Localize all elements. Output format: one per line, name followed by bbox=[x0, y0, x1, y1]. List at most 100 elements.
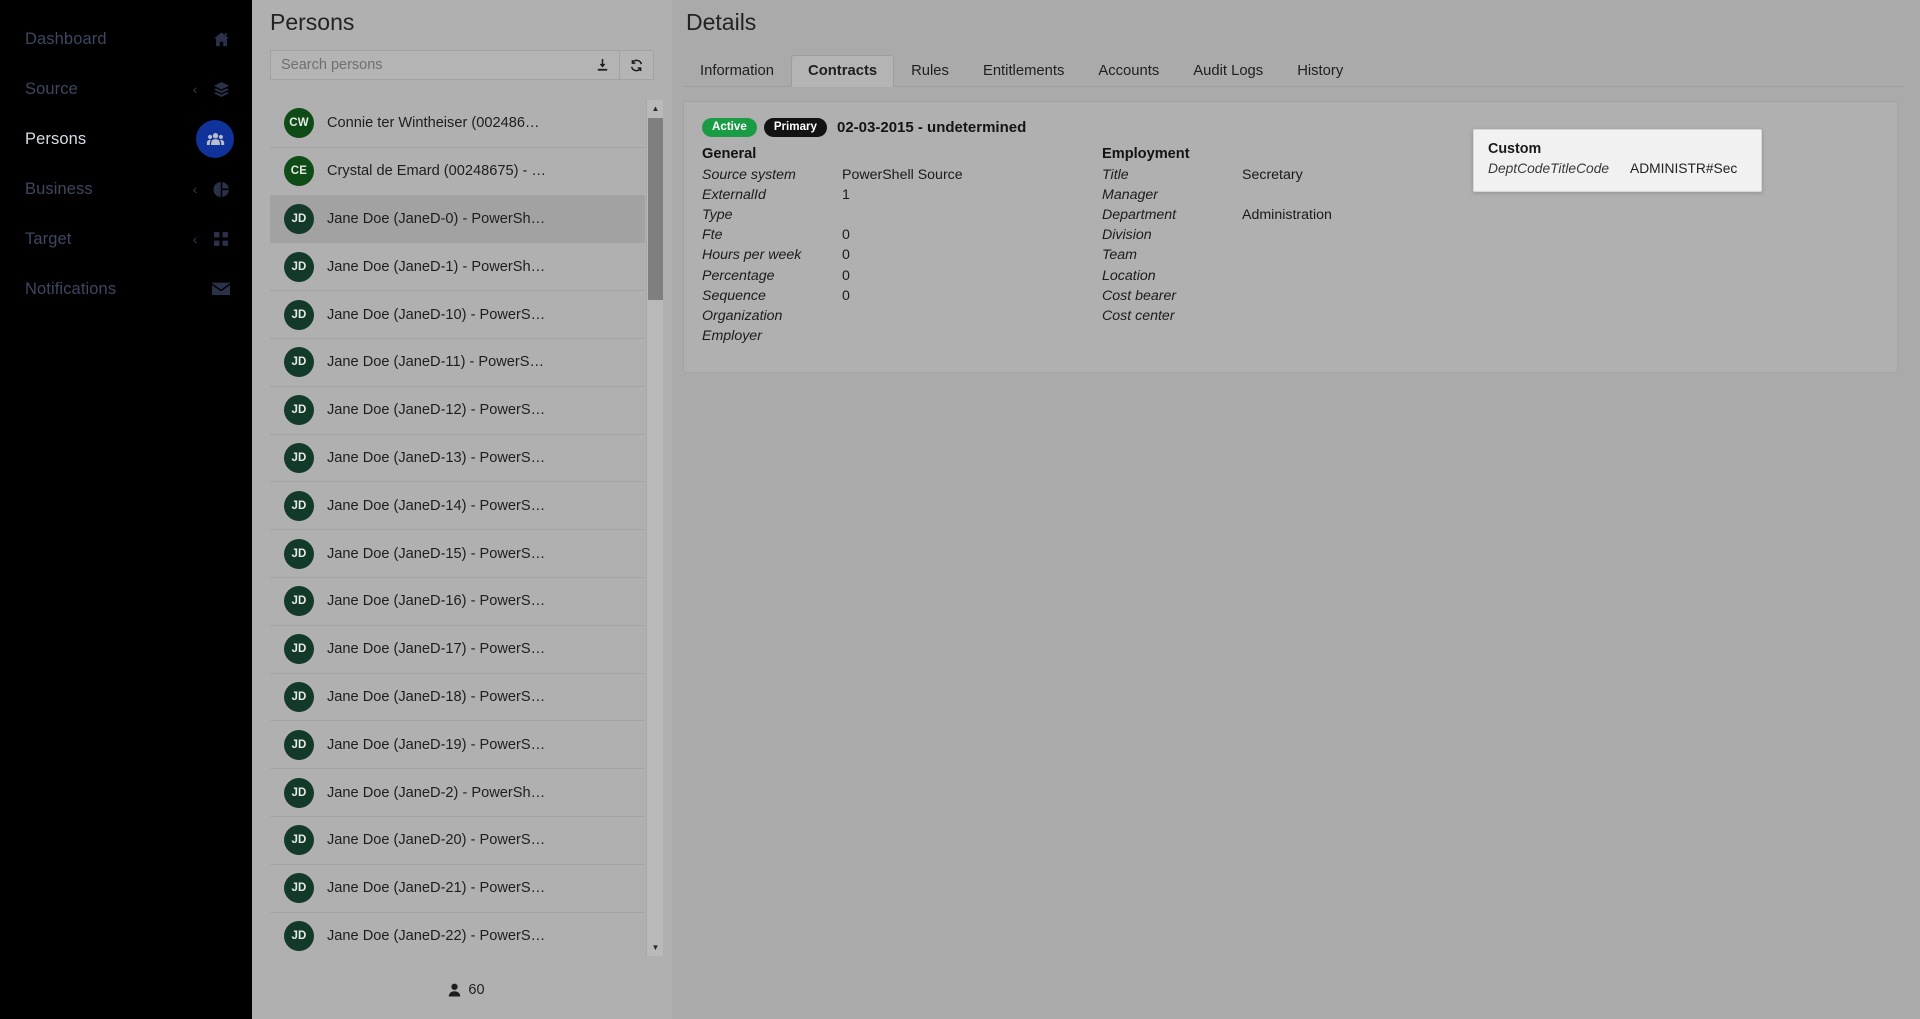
person-list-item-label: Jane Doe (JaneD-12) - PowerS… bbox=[327, 402, 546, 419]
person-list-item[interactable]: JD Jane Doe (JaneD-1) - PowerSh… bbox=[270, 243, 645, 292]
custom-popup-heading: Custom bbox=[1488, 141, 1542, 157]
person-list-item-label: Jane Doe (JaneD-21) - PowerS… bbox=[327, 880, 546, 897]
search-input[interactable] bbox=[270, 50, 586, 80]
person-list-item[interactable]: JD Jane Doe (JaneD-20) - PowerS… bbox=[270, 816, 645, 865]
person-list-item-label: Jane Doe (JaneD-13) - PowerS… bbox=[327, 449, 546, 466]
tab-contracts[interactable]: Contracts bbox=[791, 55, 895, 87]
field-label: Percentage bbox=[702, 267, 775, 284]
field-label: Division bbox=[1102, 227, 1152, 244]
person-list-item[interactable]: JD Jane Doe (JaneD-15) - PowerS… bbox=[270, 530, 645, 578]
details-tabs: Information Contracts Rules Entitlements Acc… bbox=[683, 53, 1904, 87]
person-list-item-label: Jane Doe (JaneD-22) - PowerS… bbox=[327, 927, 546, 944]
grid-icon bbox=[208, 226, 234, 252]
field-label: Sequence bbox=[702, 287, 766, 304]
scroll-up-icon[interactable]: ▲ bbox=[647, 100, 663, 117]
sidebar-item-notifications[interactable]: Notifications bbox=[0, 264, 252, 314]
field-label: Organization bbox=[702, 308, 783, 325]
custom-tooltip-popup: Custom DeptCodeTitleCode ADMINISTR#Sec bbox=[1473, 129, 1762, 192]
people-icon bbox=[196, 120, 234, 158]
person-list-item[interactable]: JD Jane Doe (JaneD-13) - PowerS… bbox=[270, 434, 645, 483]
person-list-item[interactable]: JD Jane Doe (JaneD-14) - PowerS… bbox=[270, 482, 645, 531]
scroll-down-icon[interactable]: ▼ bbox=[647, 939, 663, 956]
custom-popup-value: ADMINISTR#Sec bbox=[1630, 161, 1738, 176]
person-list-item[interactable]: CE Crystal de Emard (00248675) - … bbox=[270, 147, 645, 196]
field-row: Organization bbox=[702, 306, 1102, 326]
field-row: Division bbox=[1102, 225, 1502, 245]
sidebar-item-source[interactable]: Source ‹ bbox=[0, 64, 252, 114]
avatar: JD bbox=[284, 681, 314, 712]
chevron-left-icon[interactable]: ‹ bbox=[186, 81, 204, 97]
person-list-item[interactable]: JD Jane Doe (JaneD-12) - PowerS… bbox=[270, 386, 645, 435]
person-list-item[interactable]: JD Jane Doe (JaneD-17) - PowerS… bbox=[270, 625, 645, 674]
person-list-item[interactable]: JD Jane Doe (JaneD-16) - PowerS… bbox=[270, 577, 645, 626]
person-list-item-label: Jane Doe (JaneD-19) - PowerS… bbox=[327, 736, 546, 753]
field-row: Percentage 0 bbox=[702, 266, 1102, 286]
avatar: JD bbox=[284, 442, 314, 473]
avatar: JD bbox=[284, 299, 314, 330]
sidebar-item-target[interactable]: Target ‹ bbox=[0, 214, 252, 264]
employment-heading: Employment bbox=[1102, 145, 1190, 162]
field-label: Source system bbox=[702, 166, 796, 183]
tab-rules[interactable]: Rules bbox=[894, 55, 966, 87]
avatar: JD bbox=[284, 538, 314, 569]
scrollbar-thumb[interactable] bbox=[648, 118, 663, 300]
chevron-left-icon[interactable]: ‹ bbox=[186, 181, 204, 197]
envelope-icon bbox=[208, 276, 234, 302]
field-row: Employer bbox=[702, 326, 1102, 346]
sidebar-item-persons[interactable]: Persons bbox=[0, 114, 252, 164]
contract-period: 02-03-2015 - undetermined bbox=[837, 118, 1027, 136]
person-list-item[interactable]: JD Jane Doe (JaneD-22) - PowerS… bbox=[270, 912, 645, 956]
general-column: General Source system PowerShell Source Ex… bbox=[702, 146, 1102, 347]
general-heading: General bbox=[702, 145, 757, 162]
field-label: Fte bbox=[702, 227, 723, 244]
person-list-item[interactable]: JD Jane Doe (JaneD-21) - PowerS… bbox=[270, 864, 645, 913]
persons-count-bar: 60 bbox=[270, 973, 663, 1007]
sidebar-item-label: Notifications bbox=[25, 279, 117, 298]
person-list-item[interactable]: CW Connie ter Wintheiser (002486… bbox=[270, 100, 645, 148]
field-value: Administration bbox=[1242, 207, 1332, 223]
persons-panel-title: Persons bbox=[270, 9, 355, 35]
field-row: ExternalId 1 bbox=[702, 185, 1102, 205]
refresh-icon bbox=[629, 58, 644, 73]
person-list-item[interactable]: JD Jane Doe (JaneD-19) - PowerS… bbox=[270, 721, 645, 770]
sidebar-item-business[interactable]: Business ‹ bbox=[0, 164, 252, 214]
avatar: JD bbox=[284, 873, 314, 904]
tab-history[interactable]: History bbox=[1280, 55, 1360, 87]
chevron-left-icon[interactable]: ‹ bbox=[186, 231, 204, 247]
field-row: Title Secretary bbox=[1102, 165, 1502, 185]
field-label: ExternalId bbox=[702, 186, 766, 203]
tab-accounts[interactable]: Accounts bbox=[1081, 55, 1176, 87]
field-row: Fte 0 bbox=[702, 225, 1102, 245]
person-list-item[interactable]: JD Jane Doe (JaneD-0) - PowerSh… bbox=[270, 195, 645, 244]
field-label: Location bbox=[1102, 267, 1156, 284]
avatar: JD bbox=[284, 347, 314, 378]
person-list-item-label: Jane Doe (JaneD-10) - PowerS… bbox=[327, 306, 546, 323]
person-list-item-label: Jane Doe (JaneD-2) - PowerSh… bbox=[327, 784, 546, 801]
avatar: JD bbox=[284, 634, 314, 665]
person-list-item[interactable]: JD Jane Doe (JaneD-2) - PowerSh… bbox=[270, 769, 645, 817]
employment-column: Employment Title Secretary Manager Departme… bbox=[1102, 146, 1502, 347]
persons-panel: Persons Search persons CW Connie ter Win… bbox=[252, 0, 672, 1019]
field-label: Department bbox=[1102, 207, 1177, 223]
person-list-item[interactable]: JD Jane Doe (JaneD-10) - PowerS… bbox=[270, 291, 645, 339]
field-label: Manager bbox=[1102, 186, 1158, 203]
avatar: JD bbox=[284, 825, 314, 856]
field-row: Department Administration bbox=[1102, 205, 1502, 225]
person-list-item[interactable]: JD Jane Doe (JaneD-11) - PowerS… bbox=[270, 338, 645, 387]
download-button[interactable] bbox=[586, 50, 620, 80]
sidebar-item-dashboard[interactable]: Dashboard bbox=[0, 14, 252, 64]
sidebar-item-label: Business bbox=[25, 179, 93, 198]
person-list-item-label: Jane Doe (JaneD-18) - PowerS… bbox=[327, 688, 546, 705]
field-label: Cost center bbox=[1102, 308, 1175, 325]
persons-list-scrollbar[interactable]: ▲ ▼ bbox=[646, 100, 663, 956]
person-list-item-label: Jane Doe (JaneD-1) - PowerSh… bbox=[327, 258, 546, 275]
person-list-item-label: Jane Doe (JaneD-11) - PowerS… bbox=[327, 354, 545, 371]
field-label: Employer bbox=[702, 328, 762, 345]
refresh-button[interactable] bbox=[620, 50, 654, 80]
right-edge-overlay bbox=[1904, 0, 1920, 1019]
sidebar: Dashboard Source ‹ Persons Business ‹ Target ‹ N… bbox=[0, 0, 252, 1019]
tab-entitlements[interactable]: Entitlements bbox=[966, 55, 1081, 87]
tab-information[interactable]: Information bbox=[683, 55, 791, 87]
person-list-item[interactable]: JD Jane Doe (JaneD-18) - PowerS… bbox=[270, 673, 645, 722]
tab-audit-logs[interactable]: Audit Logs bbox=[1176, 55, 1280, 87]
